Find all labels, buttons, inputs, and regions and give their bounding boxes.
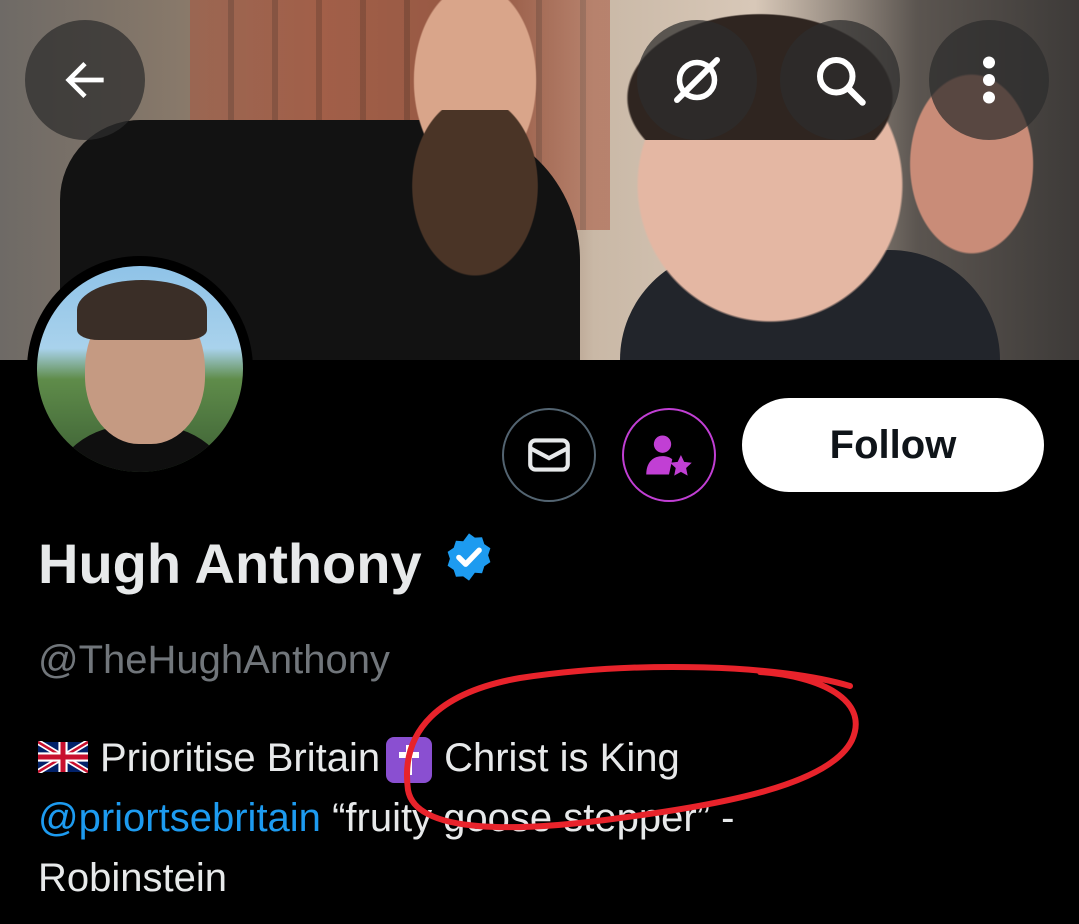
more-vertical-icon <box>983 56 995 104</box>
bio-text-attribution: Robinstein <box>38 856 228 900</box>
bio-line-2: @priortsebritain “fruity goose stepper” … <box>38 788 1038 848</box>
bio-text-prioritise: Prioritise Britain <box>100 736 381 780</box>
profile-handle: @TheHughAnthony <box>38 638 390 682</box>
avatar-photo <box>37 266 243 472</box>
profile-avatar[interactable] <box>27 256 253 482</box>
search-icon <box>817 57 866 106</box>
avatar-photo-hair <box>77 280 207 340</box>
banner-photo-beard <box>395 110 555 300</box>
bio-line-1: Prioritise Britain Christ is King <box>38 728 1038 788</box>
latin-cross-icon <box>386 737 433 783</box>
display-name-text: Hugh Anthony <box>38 532 422 595</box>
bio-text-quote: “fruity goose stepper” - <box>332 796 735 840</box>
search-button[interactable] <box>780 20 900 140</box>
bio-mention-link[interactable]: @priortsebritain <box>38 796 321 840</box>
uk-flag-icon <box>38 741 88 773</box>
verified-badge-icon[interactable] <box>442 530 496 597</box>
message-button[interactable] <box>502 408 596 502</box>
back-arrow-icon <box>65 62 104 98</box>
subscribe-icon <box>646 435 692 476</box>
subscribe-button[interactable] <box>622 408 716 502</box>
bio-text-christ: Christ is King <box>444 736 680 780</box>
back-button[interactable] <box>25 20 145 140</box>
grok-button[interactable] <box>637 20 757 140</box>
follow-button[interactable]: Follow <box>742 398 1044 492</box>
bio-line-3: Robinstein <box>38 848 1038 908</box>
message-icon <box>528 438 570 472</box>
more-button[interactable] <box>929 20 1049 140</box>
profile-bio: Prioritise Britain Christ is King @priort… <box>38 728 1038 908</box>
profile-display-name: Hugh Anthony <box>38 530 496 597</box>
grok-icon <box>674 57 720 103</box>
